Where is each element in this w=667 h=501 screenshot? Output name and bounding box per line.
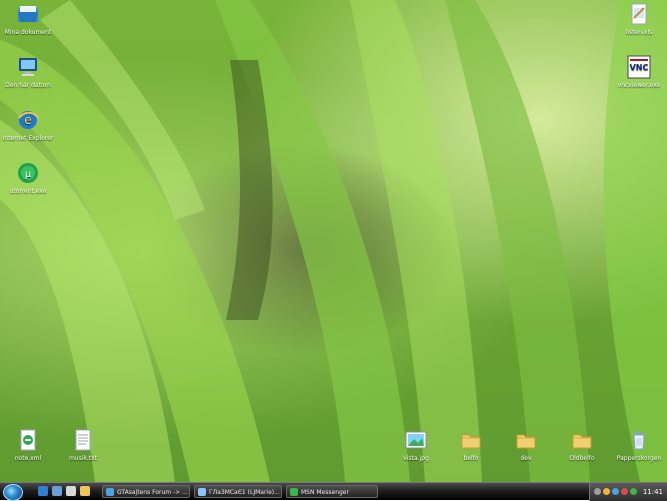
task-button[interactable]: MSN Messenger bbox=[286, 485, 378, 498]
desktop-icon-belfo[interactable]: belfo bbox=[443, 428, 499, 462]
desktop-icon-musik[interactable]: musik.txt bbox=[55, 428, 111, 462]
text-file-icon bbox=[71, 428, 95, 452]
spreadsheet-file-icon bbox=[627, 2, 651, 26]
browser-icon bbox=[106, 488, 114, 496]
desktop-icon-label: Den här datorn bbox=[5, 82, 51, 89]
desktop-icon-label: vista.jpg bbox=[403, 455, 429, 462]
task-button[interactable]: GTAsajtens Forum -> ... bbox=[102, 485, 190, 498]
folder-icon bbox=[459, 428, 483, 452]
desktop-icon-label: Papperskorgen bbox=[616, 455, 662, 462]
utorrent-icon: µ bbox=[16, 161, 40, 185]
start-button[interactable] bbox=[3, 484, 23, 501]
desktop-icon-utorrent[interactable]: µ utorrent.exe bbox=[0, 161, 56, 195]
desktop-icon-listen[interactable]: listen.xls bbox=[611, 2, 667, 36]
desktop-icon-label: musik.txt bbox=[68, 455, 98, 462]
desktop-icon-label: listen.xls bbox=[625, 29, 653, 36]
desktop-icon-label: dev bbox=[520, 455, 532, 462]
desktop-icon-label: belfo bbox=[463, 455, 479, 462]
desktop-icon-this-computer[interactable]: Den här datorn bbox=[0, 55, 56, 89]
desktop-icon-dev[interactable]: dev bbox=[498, 428, 554, 462]
tray-clock[interactable]: 11:41 bbox=[643, 483, 663, 501]
desktop-icon-label: utorrent.exe bbox=[9, 188, 47, 195]
desktop-icon-recycle-bin[interactable]: Papperskorgen bbox=[611, 428, 667, 462]
taskbar: GTAsajtens Forum -> ... ГЛаЗМСаЄ1 (LJMar… bbox=[0, 482, 667, 501]
task-button[interactable]: ГЛаЗМСаЄ1 (LJMarie)... bbox=[194, 485, 282, 498]
xml-file-icon bbox=[16, 428, 40, 452]
wallpaper-leaves bbox=[0, 0, 667, 482]
quicklaunch-media-icon[interactable] bbox=[66, 486, 76, 496]
quicklaunch-ie-icon[interactable] bbox=[38, 486, 48, 496]
folder-icon bbox=[514, 428, 538, 452]
recycle-bin-icon bbox=[627, 428, 651, 452]
quicklaunch-show-desktop-icon[interactable] bbox=[52, 486, 62, 496]
desktop-icon-label: vncviewer.exe bbox=[617, 82, 661, 89]
desktop-icon-label: Mina dokument bbox=[4, 29, 52, 36]
desktop-icon-internet-explorer[interactable]: e Internet Explorer bbox=[0, 108, 56, 142]
msn-messenger-icon bbox=[290, 488, 298, 496]
computer-icon bbox=[16, 55, 40, 79]
tray-network-icon[interactable] bbox=[603, 488, 610, 495]
task-label: MSN Messenger bbox=[301, 489, 349, 496]
desktop-wallpaper: Mina dokument Den här datorn e Internet … bbox=[0, 0, 667, 482]
desktop-icon-my-documents[interactable]: Mina dokument bbox=[0, 2, 56, 36]
desktop-icon-vncviewer[interactable]: VNC vncviewer.exe bbox=[611, 55, 667, 89]
tray-volume-icon[interactable] bbox=[612, 488, 619, 495]
svg-text:VNC: VNC bbox=[630, 63, 649, 72]
desktop-icon-label: note.xml bbox=[14, 455, 42, 462]
system-tray: 11:41 bbox=[589, 483, 667, 501]
tray-security-icon[interactable] bbox=[621, 488, 628, 495]
image-file-icon bbox=[404, 428, 428, 452]
desktop-icon-label: Oldbelfo bbox=[569, 455, 595, 462]
desktop-icon-note[interactable]: note.xml bbox=[0, 428, 56, 462]
chat-window-icon bbox=[198, 488, 206, 496]
vnc-icon: VNC bbox=[627, 55, 651, 79]
task-label: GTAsajtens Forum -> ... bbox=[117, 489, 188, 496]
desktop-icon-oldbelfo[interactable]: Oldbelfo bbox=[554, 428, 610, 462]
desktop-icon-label: Internet Explorer bbox=[2, 135, 54, 142]
folder-icon bbox=[570, 428, 594, 452]
internet-explorer-icon: e bbox=[16, 108, 40, 132]
svg-text:µ: µ bbox=[25, 169, 32, 180]
desktop-icon-vista[interactable]: vista.jpg bbox=[388, 428, 444, 462]
task-label: ГЛаЗМСаЄ1 (LJMarie)... bbox=[209, 489, 280, 496]
quicklaunch-folder-icon[interactable] bbox=[80, 486, 90, 496]
svg-text:e: e bbox=[24, 113, 31, 127]
folder-documents-icon bbox=[16, 2, 40, 26]
tray-arrow-icon[interactable] bbox=[594, 488, 601, 495]
tray-app-icon[interactable] bbox=[630, 488, 637, 495]
